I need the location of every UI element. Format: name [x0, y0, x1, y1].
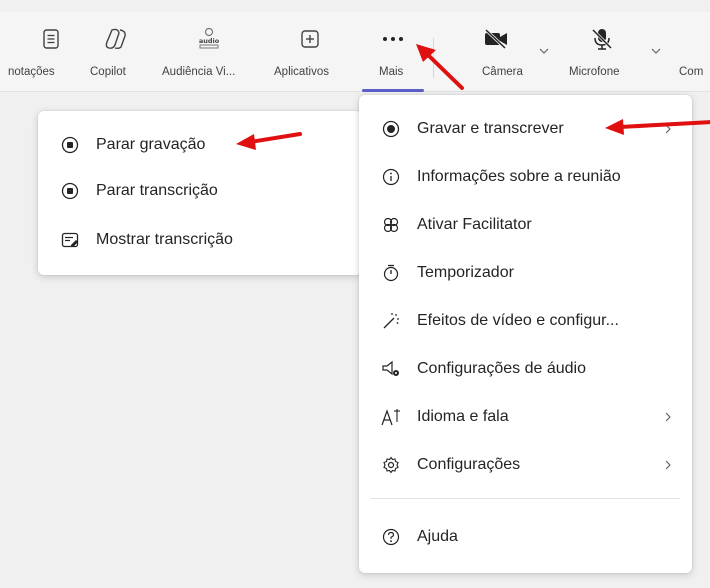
- arrow-to-more-button: [416, 44, 464, 90]
- arrow-to-record-and-transcribe: [605, 119, 710, 135]
- arrow-to-stop-recording: [236, 132, 302, 150]
- annotation-arrows: [236, 44, 710, 150]
